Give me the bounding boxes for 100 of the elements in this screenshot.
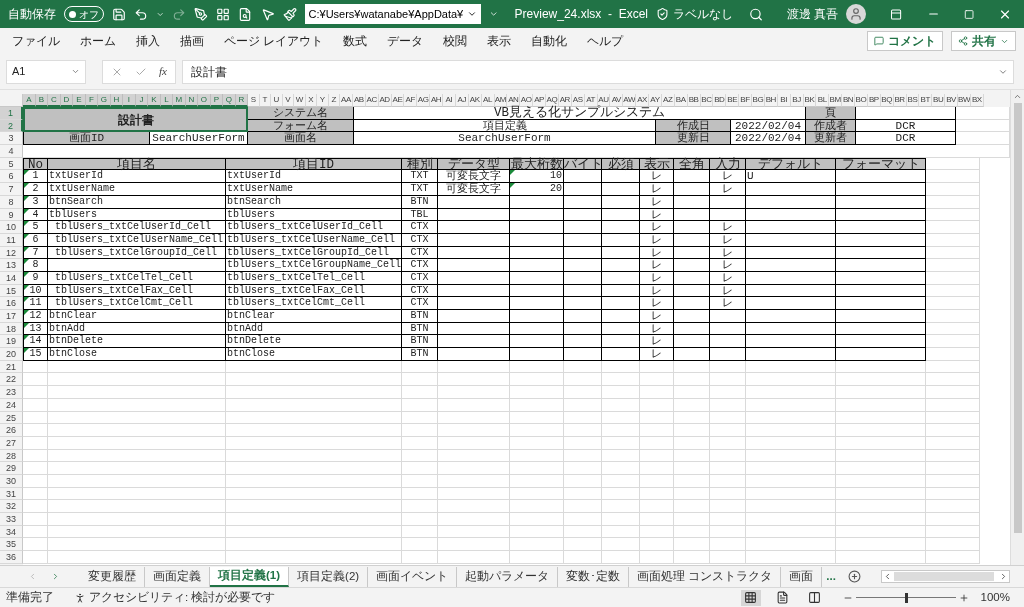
- row-header[interactable]: 31: [0, 487, 23, 501]
- table-cell: U: [746, 170, 755, 183]
- row-header[interactable]: 8: [0, 195, 23, 209]
- sheet-tab[interactable]: 画面処理 コンストラクタ: [629, 566, 782, 587]
- ribbon-tab[interactable]: ヘルプ: [587, 32, 624, 50]
- sheet-tab[interactable]: 変更履歴: [80, 566, 145, 587]
- row-header[interactable]: 17: [0, 310, 23, 323]
- table-cell: btnSearch: [226, 195, 282, 208]
- row-header[interactable]: 9: [0, 208, 23, 222]
- row-header[interactable]: 1: [0, 107, 23, 120]
- column-header[interactable]: K: [148, 94, 161, 107]
- ribbon-tab[interactable]: データ: [387, 32, 424, 50]
- row-header[interactable]: 35: [0, 538, 23, 552]
- ribbon-tab[interactable]: 挿入: [136, 32, 160, 50]
- share-button[interactable]: 共有: [951, 31, 1016, 51]
- row-header[interactable]: 32: [0, 500, 23, 513]
- table-cell-text: tblUsers_txtCelFax_Cell: [54, 284, 195, 297]
- table-cell: tblUsers: [48, 208, 98, 221]
- row-header[interactable]: 23: [0, 386, 23, 399]
- row-header[interactable]: 33: [0, 513, 23, 526]
- table-cell: CTX: [409, 271, 430, 284]
- sheet-tab[interactable]: 画面: [781, 566, 823, 587]
- row-header[interactable]: 10: [0, 221, 23, 234]
- row-header[interactable]: 14: [0, 271, 23, 285]
- ribbon-tab[interactable]: ページ レイアウト: [224, 32, 324, 50]
- table-cell: btnAdd: [48, 322, 86, 335]
- table-cell: TXT: [409, 170, 430, 183]
- table-cell: 設計書: [23, 107, 248, 133]
- table-cell: TBL: [409, 208, 430, 221]
- path-field[interactable]: C:¥Users¥watanabe¥AppData¥: [304, 4, 482, 24]
- comment-button[interactable]: コメント: [867, 31, 943, 51]
- row-header[interactable]: 34: [0, 525, 23, 539]
- ribbon-tab[interactable]: ホーム: [80, 32, 116, 50]
- table-cell: BTN: [409, 335, 430, 348]
- column-header[interactable]: G: [98, 94, 111, 107]
- sheet-tab[interactable]: 画面イベント: [368, 566, 458, 587]
- row-header[interactable]: 4: [0, 145, 23, 158]
- ribbon-tab[interactable]: ファイル: [12, 32, 60, 50]
- column-header[interactable]: I: [123, 94, 136, 107]
- table-cell: 7: [31, 246, 40, 259]
- sheet-tab[interactable]: 起動パラメータ: [457, 566, 559, 587]
- column-header[interactable]: E: [73, 94, 86, 107]
- insert-function-button[interactable]: fx: [159, 63, 167, 80]
- table-cell: レ: [721, 271, 734, 284]
- ribbon-tab[interactable]: 数式: [343, 32, 368, 50]
- row-header[interactable]: 13: [0, 259, 23, 272]
- more-sheets-indicator[interactable]: ...: [822, 567, 840, 586]
- name-box[interactable]: A1: [6, 59, 86, 84]
- column-header[interactable]: A: [23, 94, 36, 107]
- ribbon-tab[interactable]: 表示: [487, 32, 512, 50]
- row-header[interactable]: 30: [0, 474, 23, 488]
- row-header[interactable]: 29: [0, 462, 23, 475]
- row-header[interactable]: 26: [0, 424, 23, 437]
- column-header[interactable]: BW: [958, 94, 971, 107]
- row-header[interactable]: 12: [0, 246, 23, 260]
- sensitivity-label[interactable]: ラベルなし: [673, 5, 734, 23]
- table-cell: btnSearch: [48, 195, 104, 208]
- ribbon-tab[interactable]: 校閲: [443, 32, 468, 50]
- table-cell: 画面ID: [23, 132, 150, 146]
- table-cell: レ: [650, 310, 663, 322]
- accessibility-status[interactable]: アクセシビリティ: 検討が必要です: [89, 588, 276, 607]
- row-header[interactable]: 19: [0, 335, 23, 349]
- sheet-tab[interactable]: 項目定義(2): [289, 566, 369, 587]
- ribbon-tab[interactable]: 自動化: [531, 32, 568, 50]
- file-title: Preview_24.xlsx - Excel: [514, 6, 648, 23]
- column-header[interactable]: M: [173, 94, 186, 107]
- zoom-level[interactable]: 100%: [980, 588, 1010, 607]
- table-cell: DCR: [856, 132, 956, 146]
- row-header[interactable]: 24: [0, 398, 23, 412]
- row-header[interactable]: 18: [0, 322, 23, 336]
- table-cell: tblUsers_txtCelGroupName_Cell: [226, 259, 403, 271]
- row-header[interactable]: 36: [0, 551, 23, 564]
- user-name[interactable]: 渡邊 真吾: [787, 5, 839, 23]
- row-header[interactable]: 21: [0, 360, 23, 374]
- row-header[interactable]: 25: [0, 411, 23, 425]
- table-cell: 12: [28, 310, 43, 322]
- row-header[interactable]: 22: [0, 373, 23, 387]
- row-header[interactable]: 28: [0, 449, 23, 463]
- row-header[interactable]: 16: [0, 297, 23, 310]
- table-cell: txtUserId: [226, 170, 282, 183]
- table-cell: btnClear: [226, 310, 276, 322]
- formula-field[interactable]: 設計書: [181, 59, 1014, 84]
- row-header[interactable]: 20: [0, 348, 23, 361]
- table-cell: レ: [650, 335, 663, 348]
- table-cell: レ: [650, 170, 663, 183]
- table-cell: btnDelete: [226, 335, 282, 348]
- row-header[interactable]: 11: [0, 233, 23, 247]
- table-cell: 3: [31, 195, 40, 208]
- row-header[interactable]: 27: [0, 436, 23, 450]
- row-header[interactable]: 6: [0, 170, 23, 184]
- column-header[interactable]: Q: [223, 94, 236, 107]
- column-header[interactable]: C: [48, 94, 61, 107]
- column-header[interactable]: O: [198, 94, 211, 107]
- ribbon-tab[interactable]: 描画: [180, 32, 204, 50]
- row-header[interactable]: 15: [0, 284, 23, 298]
- sheet-tab[interactable]: 変数･定数: [558, 566, 630, 587]
- sheet-tab[interactable]: 項目定義(1): [210, 566, 290, 587]
- row-header[interactable]: 7: [0, 183, 23, 196]
- column-header[interactable]: BX: [970, 94, 984, 107]
- table-cell: btnDelete: [48, 335, 104, 348]
